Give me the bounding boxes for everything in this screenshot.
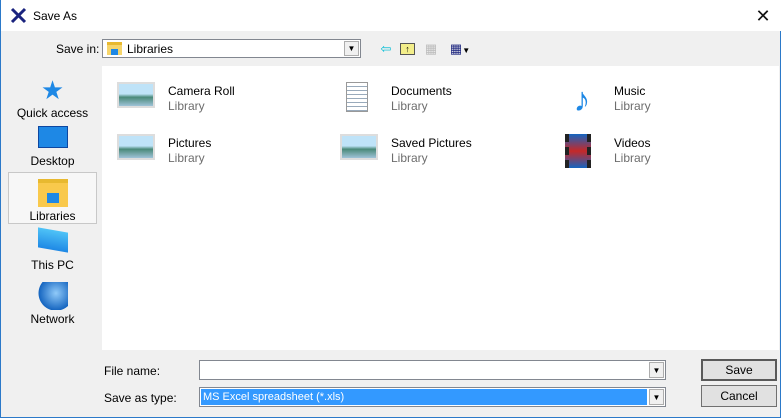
title-bar: Save As ✕	[1, 0, 781, 31]
libraries-icon	[37, 179, 68, 207]
sidebar-item-label: Libraries	[29, 209, 76, 223]
item-type: Library	[614, 151, 651, 165]
libraries-folder-icon	[107, 42, 122, 55]
view-menu-icon[interactable]: ▦▼	[447, 40, 473, 57]
star-icon: ★	[40, 75, 65, 105]
save-in-label: Save in:	[56, 42, 100, 56]
file-name-input[interactable]: ▼	[199, 360, 666, 380]
save-type-value: MS Excel spreadsheet (*.xls)	[201, 389, 647, 405]
up-folder-icon[interactable]: ↑	[400, 40, 416, 57]
sidebar-item-label: Desktop	[30, 154, 75, 168]
videos-library-icon	[565, 134, 591, 168]
pictures-library-icon	[117, 82, 155, 108]
desktop-icon	[37, 126, 68, 148]
save-in-value: Libraries	[127, 42, 174, 56]
item-type: Library	[168, 151, 205, 165]
chevron-down-icon[interactable]: ▼	[649, 389, 664, 405]
list-item[interactable]: Saved Pictures Library	[332, 130, 542, 174]
places-bar: ★ Quick access Desktop Libraries This PC…	[8, 66, 97, 350]
app-icon	[10, 7, 27, 24]
item-name: Camera Roll	[168, 84, 235, 98]
list-item[interactable]: Pictures Library	[109, 130, 319, 174]
item-name: Pictures	[168, 136, 212, 150]
save-type-dropdown[interactable]: MS Excel spreadsheet (*.xls) ▼	[199, 387, 666, 407]
save-as-dialog: Save As ✕ Save in: Libraries ▼ ⇦ ↑ ▦ ▦▼ …	[0, 0, 781, 418]
item-type: Library	[391, 99, 428, 113]
sidebar-item-this-pc[interactable]: This PC	[8, 224, 97, 276]
sidebar-item-desktop[interactable]: Desktop	[8, 122, 97, 174]
file-list: Camera Roll Library Documents Library ♪ …	[102, 66, 779, 350]
sidebar-item-label: Network	[30, 312, 75, 326]
dialog-title: Save As	[33, 9, 78, 23]
back-icon[interactable]: ⇦	[378, 40, 394, 57]
list-item[interactable]: Camera Roll Library	[109, 78, 319, 122]
sidebar-item-network[interactable]: Network	[8, 276, 97, 328]
pictures-library-icon	[340, 134, 378, 160]
item-name: Videos	[614, 136, 651, 150]
cancel-button[interactable]: Cancel	[701, 385, 777, 407]
pictures-library-icon	[117, 134, 155, 160]
item-name: Saved Pictures	[391, 136, 472, 150]
list-item[interactable]: Documents Library	[332, 78, 542, 122]
network-icon	[37, 282, 68, 310]
item-type: Library	[391, 151, 428, 165]
sidebar-item-label: Quick access	[16, 106, 89, 120]
save-button[interactable]: Save	[701, 359, 777, 381]
computer-icon	[37, 227, 68, 253]
sidebar-item-label: This PC	[31, 258, 74, 272]
sidebar-item-quick-access[interactable]: ★ Quick access	[8, 70, 97, 122]
item-name: Documents	[391, 84, 452, 98]
save-type-label: Save as type:	[104, 391, 177, 405]
save-in-dropdown[interactable]: Libraries ▼	[102, 39, 361, 58]
close-button[interactable]: ✕	[753, 6, 773, 26]
new-folder-icon[interactable]: ▦	[423, 40, 439, 57]
file-name-label: File name:	[104, 364, 161, 378]
chevron-down-icon[interactable]: ▼	[649, 362, 664, 378]
item-name: Music	[614, 84, 646, 98]
sidebar-item-libraries[interactable]: Libraries	[8, 172, 97, 224]
documents-library-icon	[346, 82, 368, 112]
list-item[interactable]: ♪ Music Library	[555, 78, 765, 122]
music-library-icon: ♪	[573, 81, 591, 119]
item-type: Library	[168, 99, 205, 113]
chevron-down-icon[interactable]: ▼	[344, 41, 359, 56]
item-type: Library	[614, 99, 651, 113]
list-item[interactable]: Videos Library	[555, 130, 765, 174]
